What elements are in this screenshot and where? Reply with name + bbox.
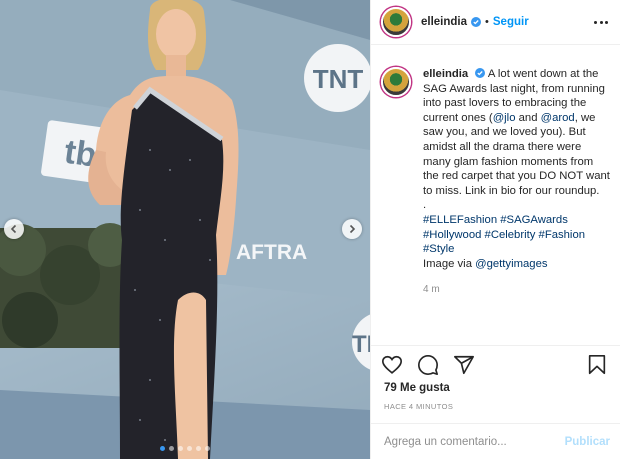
verified-icon: [471, 17, 482, 27]
caption-body-2: , we saw you, and we loved you). But ami…: [423, 111, 610, 197]
carousel-dot: [196, 446, 201, 451]
verified-icon: [475, 68, 486, 78]
more-options-icon[interactable]: [592, 17, 610, 28]
post-header: elleindia • Seguir: [371, 0, 620, 45]
carousel-indicator: [160, 446, 210, 451]
image-credit: Image via @gettyimages: [423, 257, 610, 272]
mention-jlo[interactable]: @jlo: [493, 112, 516, 124]
carousel-prev-button[interactable]: [4, 219, 24, 239]
post-photo[interactable]: TNT tbs AFTRA TN: [0, 0, 370, 459]
caption-text: elleindia A lot went down at the SAG Awa…: [423, 67, 610, 298]
mention-arod[interactable]: @arod: [541, 112, 575, 124]
caption-and: and: [515, 111, 541, 124]
posted-time: HACE 4 MINUTOS: [384, 402, 454, 411]
photo-scene: TNT tbs AFTRA TN: [0, 0, 370, 459]
hashtags-line-1[interactable]: #ELLEFashion #SAGAwards: [423, 213, 610, 228]
header-username[interactable]: elleindia: [421, 16, 467, 28]
heart-icon: [382, 355, 402, 374]
backdrop-tnt: TNT: [313, 64, 364, 94]
share-icon: [454, 355, 474, 375]
comment-icon: [418, 355, 438, 375]
like-button[interactable]: [381, 354, 405, 378]
post-actions: [371, 345, 620, 387]
backdrop-aftra: AFTRA: [236, 241, 307, 264]
avatar[interactable]: [381, 7, 411, 37]
post-side-panel: elleindia • Seguir elleindia A lot went …: [370, 0, 620, 459]
header-separator: •: [485, 16, 489, 28]
caption-avatar[interactable]: [381, 67, 411, 97]
share-button[interactable]: [453, 354, 477, 378]
follow-button[interactable]: Seguir: [493, 16, 529, 28]
carousel-dot: [169, 446, 174, 451]
bookmark-icon: [588, 355, 606, 375]
caption-dot-line: .: [423, 199, 427, 212]
carousel-dot: [187, 446, 192, 451]
credit-prefix: Image via: [423, 257, 476, 270]
carousel-next-button[interactable]: [342, 219, 362, 239]
publish-button[interactable]: Publicar: [565, 436, 610, 448]
hashtags-line-3[interactable]: #Style: [423, 242, 610, 257]
caption-username[interactable]: elleindia: [423, 68, 468, 80]
hashtags-line-2[interactable]: #Hollywood #Celebrity #Fashion: [423, 228, 610, 243]
comment-button[interactable]: [417, 354, 441, 378]
carousel-dot: [160, 446, 165, 451]
comment-bar: Publicar: [371, 423, 620, 459]
mention-gettyimages[interactable]: @gettyimages: [475, 258, 547, 270]
chevron-right-icon: [349, 224, 356, 234]
chevron-left-icon: [10, 224, 17, 234]
carousel-dot: [178, 446, 183, 451]
carousel-dot: [205, 446, 210, 451]
caption-area: elleindia A lot went down at the SAG Awa…: [381, 59, 614, 344]
comment-input[interactable]: [384, 435, 565, 448]
caption-age: 4 m: [423, 284, 440, 296]
likes-count[interactable]: 79 Me gusta: [384, 382, 450, 394]
backdrop-tn: TN: [352, 331, 370, 358]
save-button[interactable]: [586, 354, 610, 378]
